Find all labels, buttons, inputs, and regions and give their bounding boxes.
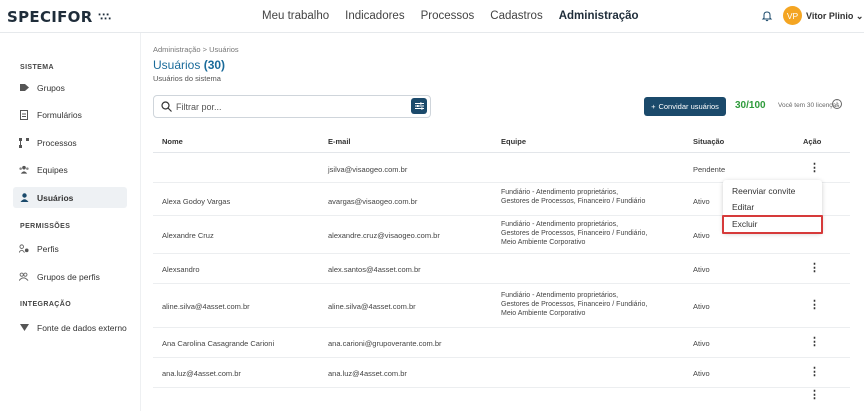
- sidebar-item-fonte-de-dados[interactable]: Fonte de dados externo: [13, 317, 127, 338]
- search-input[interactable]: [176, 99, 406, 115]
- page-title: Usuários (30): [153, 58, 226, 72]
- user-icon: [19, 193, 29, 203]
- nav-administracao[interactable]: Administração: [559, 10, 639, 22]
- nav-meu-trabalho[interactable]: Meu trabalho: [262, 10, 329, 22]
- sidebar-item-processos[interactable]: Processos: [13, 132, 127, 153]
- avatar[interactable]: VP: [783, 6, 802, 25]
- table-row[interactable]: ⋮: [153, 388, 850, 401]
- sidebar-item-equipes[interactable]: Equipes: [13, 159, 127, 180]
- license-quota: 30/100: [735, 100, 766, 111]
- nav-processos[interactable]: Processos: [421, 10, 475, 22]
- sidebar-item-grupos-de-perfis[interactable]: Grupos de perfis: [13, 266, 127, 287]
- more-vertical-icon[interactable]: ⋮: [809, 335, 820, 348]
- search-box: [153, 95, 431, 118]
- sidebar-item-grupos[interactable]: Grupos: [13, 77, 127, 98]
- profile-group-icon: [19, 272, 29, 282]
- users-table: Nome E-mail Equipe Situação Ação jsilva@…: [153, 128, 850, 401]
- excluir-highlight: [722, 215, 823, 234]
- license-note: Você tem 30 licenças: [778, 102, 840, 109]
- table-row[interactable]: jsilva@visaogeo.com.br Pendente ⋮: [153, 153, 850, 183]
- user-count: (30): [203, 58, 226, 72]
- table-row[interactable]: ana.luz@4asset.com.br ana.luz@4asset.com…: [153, 358, 850, 388]
- more-vertical-icon[interactable]: ⋮: [809, 261, 820, 274]
- nav-indicadores[interactable]: Indicadores: [345, 10, 404, 22]
- user-menu[interactable]: Vitor Plinio ⌄: [806, 11, 863, 22]
- data-source-icon: [19, 323, 29, 333]
- page-subtitle: Usuários do sistema: [153, 74, 221, 83]
- section-sistema: SISTEMA: [20, 64, 54, 71]
- table-row[interactable]: Ana Carolina Casagrande Carioni ana.cari…: [153, 328, 850, 358]
- sidebar-item-usuarios[interactable]: Usuários: [13, 187, 127, 208]
- bell-icon[interactable]: [761, 10, 773, 22]
- col-email[interactable]: E-mail: [328, 137, 351, 146]
- team-icon: [19, 165, 29, 175]
- search-icon: [161, 101, 172, 112]
- more-vertical-icon[interactable]: ⋮: [809, 298, 820, 311]
- menu-item-reenviar-convite[interactable]: Reenviar convite: [732, 186, 795, 196]
- section-integracao: INTEGRAÇÃO: [20, 301, 72, 308]
- menu-item-editar[interactable]: Editar: [732, 202, 754, 212]
- invite-users-button[interactable]: + Convidar usuários: [644, 97, 726, 116]
- main-nav: Meu trabalho Indicadores Processos Cadas…: [262, 10, 639, 22]
- flow-icon: [19, 137, 29, 148]
- col-nome[interactable]: Nome: [162, 137, 183, 146]
- top-bar: SPECIFOR ∵∴ Meu trabalho Indicadores Pro…: [0, 0, 864, 33]
- sidebar: SISTEMA Grupos Formulários Processos Equ…: [0, 33, 141, 411]
- breadcrumb: Administração > Usuários: [153, 45, 239, 54]
- sidebar-item-formularios[interactable]: Formulários: [13, 104, 127, 125]
- col-situacao[interactable]: Situação: [693, 137, 724, 146]
- info-icon[interactable]: i: [832, 99, 842, 109]
- nav-cadastros[interactable]: Cadastros: [490, 10, 542, 22]
- table-row[interactable]: Alexsandro alex.santos@4asset.com.br Ati…: [153, 254, 850, 284]
- chevron-down-icon: ⌄: [855, 11, 864, 21]
- tag-icon: [19, 83, 29, 93]
- filter-button[interactable]: [411, 98, 427, 114]
- more-vertical-icon[interactable]: ⋮: [809, 161, 820, 174]
- col-equipe[interactable]: Equipe: [501, 137, 526, 146]
- document-icon: [19, 109, 29, 120]
- table-row[interactable]: aline.silva@4asset.com.br aline.silva@4a…: [153, 284, 850, 328]
- plus-icon: +: [651, 102, 656, 111]
- more-vertical-icon[interactable]: ⋮: [809, 388, 820, 401]
- section-permissoes: PERMISSÕES: [20, 223, 71, 230]
- col-acao: Ação: [803, 137, 822, 146]
- more-vertical-icon[interactable]: ⋮: [809, 365, 820, 378]
- profile-icon: [19, 244, 29, 254]
- sidebar-item-perfis[interactable]: Perfis: [13, 238, 127, 259]
- sliders-icon: [414, 102, 424, 110]
- table-header: Nome E-mail Equipe Situação Ação: [153, 128, 850, 153]
- logo[interactable]: SPECIFOR ∵∴: [7, 8, 111, 26]
